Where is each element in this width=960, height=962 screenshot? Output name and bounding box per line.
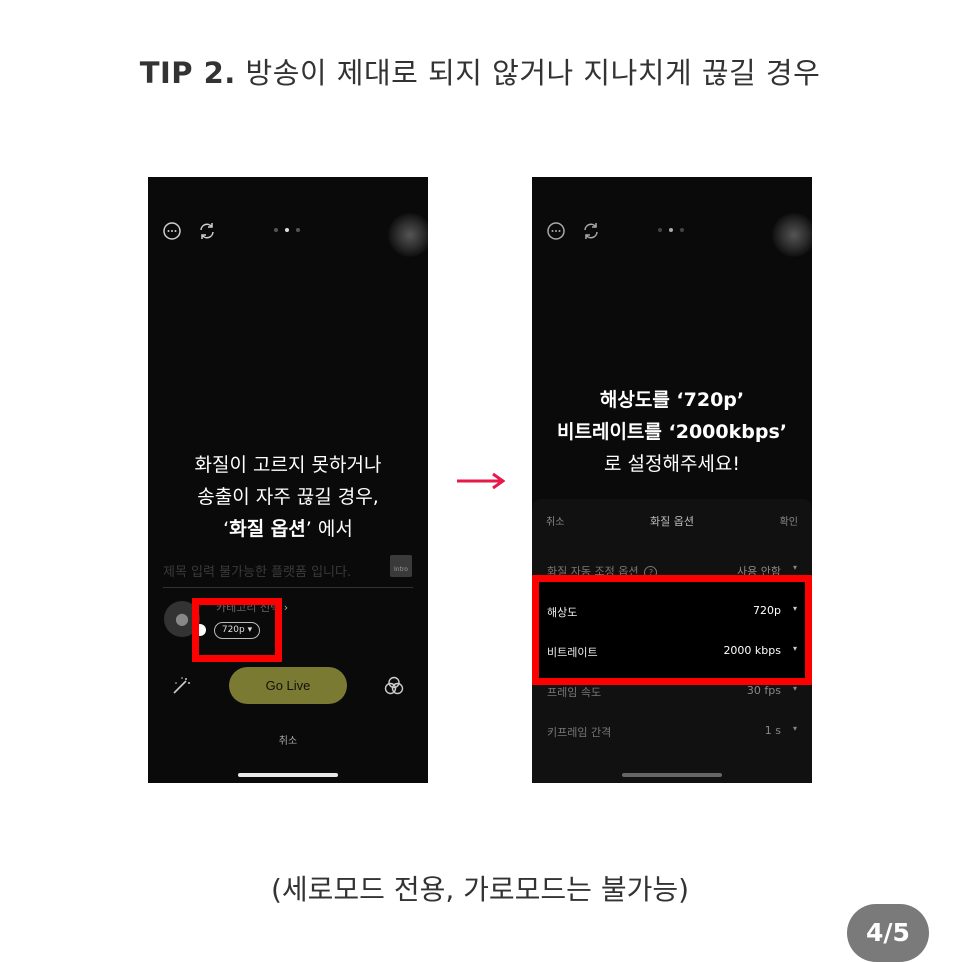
- more-icon[interactable]: [162, 221, 182, 241]
- page-dot: [274, 228, 278, 232]
- page-dots: [272, 228, 304, 234]
- page-dot: [296, 228, 300, 232]
- instruction-bold: 해상도: [599, 389, 653, 411]
- page-dot-active: [669, 228, 673, 232]
- chevron-down-icon: ▾: [792, 563, 797, 572]
- more-icon[interactable]: [546, 221, 566, 241]
- highlight-box: [192, 598, 282, 662]
- instruction-line: 해상도를 ‘720p’: [532, 384, 812, 416]
- instruction-bold: 화질 옵션: [229, 518, 306, 540]
- refresh-icon[interactable]: [581, 221, 601, 241]
- magic-wand-icon[interactable]: [170, 675, 192, 697]
- framerate-label: 프레임 속도: [547, 686, 602, 699]
- instruction-overlay: 해상도를 ‘720p’ 비트레이트를 ‘2000kbps’ 로 설정해주세요!: [532, 384, 812, 480]
- instruction-line: ‘화질 옵션’ 에서: [148, 513, 428, 545]
- tip-text: 방송이 제대로 되지 않거나 지나치게 끊길 경우: [245, 56, 821, 90]
- title-input[interactable]: 제목 입력 불가능한 플랫폼 입니다.: [163, 559, 413, 588]
- phone-screenshot-left: 화질이 고르지 못하거나 송출이 자주 끊길 경우, ‘화질 옵션’ 에서 제목…: [148, 177, 428, 783]
- tip-label: TIP 2.: [139, 56, 236, 90]
- instruction-line: 송출이 자주 끊길 경우,: [197, 486, 379, 508]
- keyframe-row[interactable]: 키프레임 간격 1 s ▾: [547, 724, 797, 744]
- instruction-overlay: 화질이 고르지 못하거나 송출이 자주 끊길 경우, ‘화질 옵션’ 에서: [148, 449, 428, 545]
- home-indicator: [238, 773, 338, 777]
- intro-label: Intro: [394, 566, 408, 573]
- camera-glow: [388, 213, 428, 257]
- caption: (세로모드 전용, 가로모드는 불가능): [270, 873, 690, 906]
- page-title: TIP 2. 방송이 제대로 되지 않거나 지나치게 끊길 경우: [0, 50, 960, 92]
- instruction-line: 화질이 고르지 못하거나: [194, 454, 382, 476]
- intro-icon[interactable]: Intro: [390, 555, 412, 577]
- camera-glow: [772, 213, 812, 257]
- framerate-value: 30 fps: [746, 684, 781, 697]
- phone-screenshot-right: 해상도를 ‘720p’ 비트레이트를 ‘2000kbps’ 로 설정해주세요! …: [532, 177, 812, 783]
- sheet-header: 취소 화질 옵션 확인: [532, 513, 812, 531]
- instruction-rest: 를 ‘720p’: [652, 389, 745, 411]
- cancel-button[interactable]: 취소: [148, 732, 428, 747]
- page-dot: [658, 228, 662, 232]
- instruction-line: 비트레이트를 ‘2000kbps’: [532, 416, 812, 448]
- filter-icon[interactable]: [383, 675, 405, 697]
- instruction-line: 로 설정해주세요!: [603, 453, 741, 475]
- arrow-right-icon: [457, 472, 505, 490]
- instruction-rest: 를 ‘2000kbps’: [644, 421, 787, 443]
- instruction-suffix: 에서: [311, 518, 353, 540]
- chevron-down-icon: ▾: [792, 684, 797, 693]
- page-indicator-badge: 4/5: [847, 904, 929, 962]
- instruction-bold: 비트레이트: [557, 421, 645, 443]
- page-dot-active: [285, 228, 289, 232]
- keyframe-label: 키프레임 간격: [547, 726, 612, 739]
- sheet-title: 화질 옵션: [650, 515, 694, 528]
- refresh-icon[interactable]: [197, 221, 217, 241]
- page-dot: [680, 228, 684, 232]
- keyframe-value: 1 s: [764, 724, 781, 737]
- framerate-row[interactable]: 프레임 속도 30 fps ▾: [547, 684, 797, 704]
- sheet-confirm-button[interactable]: 확인: [780, 513, 798, 528]
- go-live-button[interactable]: Go Live: [229, 667, 347, 704]
- highlight-box: [532, 575, 812, 685]
- home-indicator: [622, 773, 722, 777]
- chevron-down-icon: ▾: [792, 724, 797, 733]
- page-dots: [656, 228, 688, 234]
